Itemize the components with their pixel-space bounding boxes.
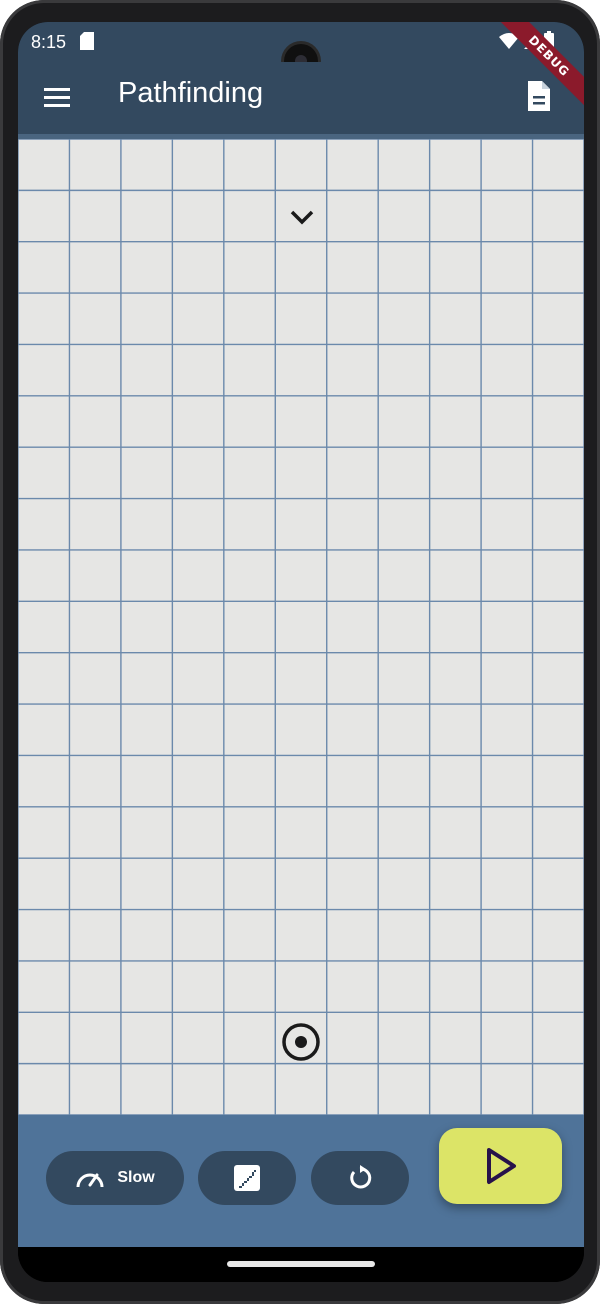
play-icon <box>486 1148 516 1184</box>
app-bar <box>18 62 584 134</box>
speed-button[interactable]: Slow <box>46 1151 184 1205</box>
pathfinding-grid[interactable] <box>18 139 584 1115</box>
app-title: Pathfinding <box>118 77 264 109</box>
refresh-icon <box>350 1165 372 1189</box>
speedometer-icon <box>76 1173 104 1188</box>
play-button[interactable] <box>439 1128 562 1204</box>
home-indicator[interactable] <box>227 1261 375 1267</box>
speed-label: Slow <box>117 1169 155 1186</box>
document-icon[interactable] <box>524 79 554 113</box>
target-icon[interactable] <box>280 1021 322 1063</box>
status-bar: 8:15 <box>18 22 584 78</box>
chevron-down-icon[interactable] <box>288 208 316 228</box>
phone-frame: 8:15 Pathfinding DEBUG Slow <box>0 0 600 1304</box>
stairs-icon <box>234 1165 260 1191</box>
grid-lines <box>18 139 584 1115</box>
menu-icon[interactable] <box>40 80 74 114</box>
sd-card-icon <box>80 32 94 50</box>
step-button[interactable] <box>198 1151 296 1205</box>
screen: 8:15 Pathfinding DEBUG Slow <box>18 22 584 1282</box>
status-time: 8:15 <box>31 32 67 52</box>
reset-button[interactable] <box>311 1151 409 1205</box>
